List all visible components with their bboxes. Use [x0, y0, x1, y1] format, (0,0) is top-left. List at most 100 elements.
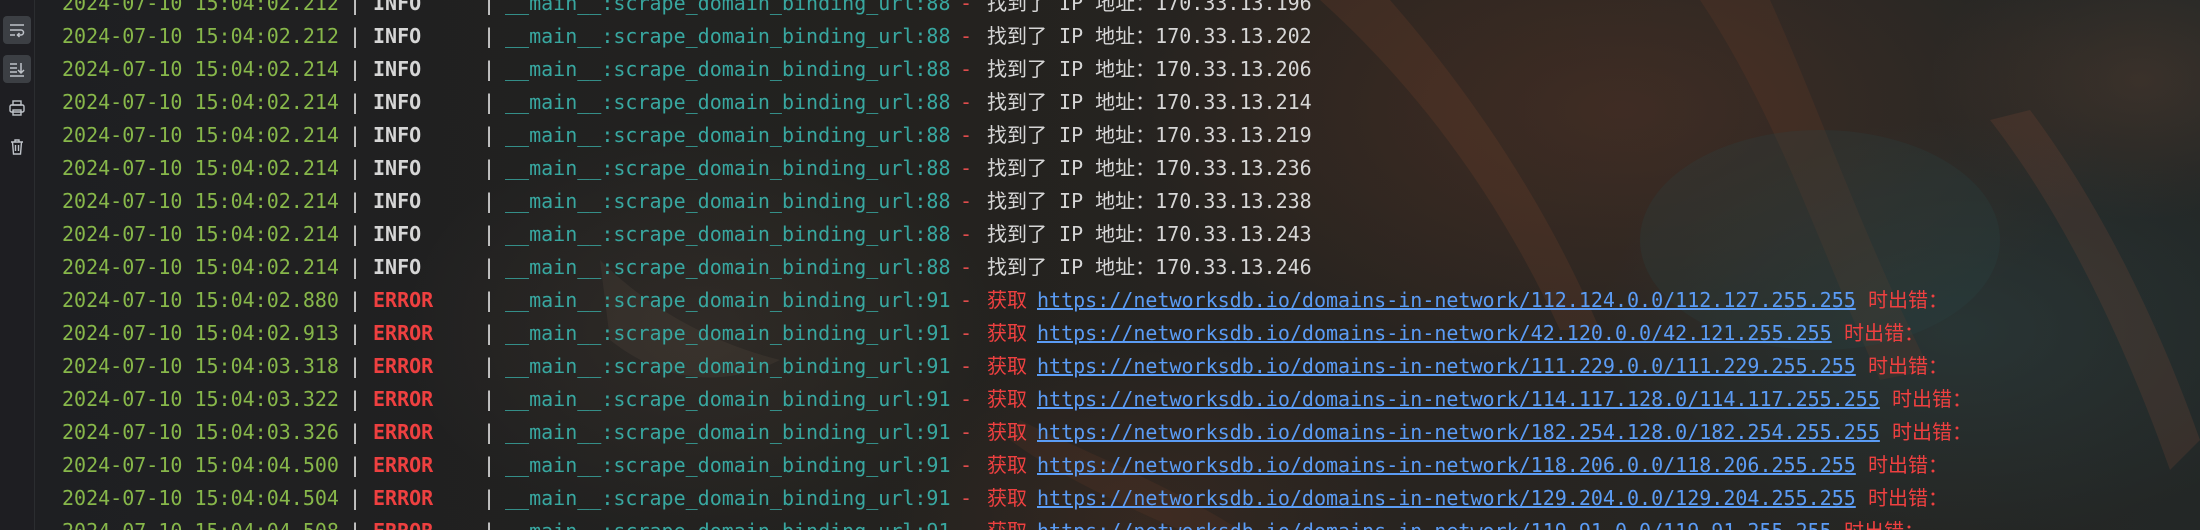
- log-message-suffix: 时出错：: [1892, 420, 1972, 444]
- log-timestamp: 2024-07-10 15:04:02.214: [62, 189, 339, 213]
- log-source: __main__:scrape_domain_binding_url:88: [505, 90, 951, 114]
- run-console-window: 2024-07-10 15:04:02.212 | INFO | __main__:sc…: [0, 0, 2200, 530]
- log-url-link[interactable]: https://networksdb.io/domains-in-network…: [1037, 350, 1856, 383]
- log-message: 找到了 IP 地址：170.33.13.214: [987, 90, 1312, 114]
- log-url-link[interactable]: https://networksdb.io/domains-in-network…: [1037, 317, 1832, 350]
- log-timestamp: 2024-07-10 15:04:02.214: [62, 57, 339, 81]
- log-dash: -: [960, 57, 973, 81]
- log-source: __main__:scrape_domain_binding_url:91: [505, 420, 951, 444]
- log-level: ERROR: [373, 387, 434, 411]
- log-timestamp: 2024-07-10 15:04:02.214: [62, 90, 339, 114]
- log-line: 2024-07-10 15:04:02.214 | INFO | __main__:sc…: [0, 86, 2200, 119]
- log-message: 找到了 IP 地址：170.33.13.243: [987, 222, 1312, 246]
- log-message: 找到了 IP 地址：170.33.13.236: [987, 156, 1312, 180]
- log-dash: -: [960, 420, 973, 444]
- log-timestamp: 2024-07-10 15:04:02.212: [62, 0, 339, 15]
- log-timestamp: 2024-07-10 15:04:02.913: [62, 321, 339, 345]
- log-separator: |: [349, 486, 362, 510]
- log-message: 找到了 IP 地址：170.33.13.202: [987, 24, 1312, 48]
- log-url-link[interactable]: https://networksdb.io/domains-in-network…: [1037, 383, 1880, 416]
- log-separator: |: [483, 453, 496, 477]
- log-level: INFO: [373, 123, 422, 147]
- log-line: 2024-07-10 15:04:03.318 | ERROR | __main__:s…: [0, 350, 2200, 383]
- log-message-suffix: 时出错：: [1868, 453, 1948, 477]
- log-level: ERROR: [373, 453, 434, 477]
- log-level: INFO: [373, 90, 422, 114]
- log-separator: |: [349, 24, 362, 48]
- log-message-prefix: 获取: [987, 515, 1027, 530]
- log-dash: -: [960, 156, 973, 180]
- log-separator: |: [349, 222, 362, 246]
- log-message-prefix: 获取: [987, 453, 1027, 477]
- log-separator: |: [483, 0, 496, 15]
- log-separator: |: [483, 222, 496, 246]
- log-message: 找到了 IP 地址：170.33.13.219: [987, 123, 1312, 147]
- log-dash: -: [960, 321, 973, 345]
- log-source: __main__:scrape_domain_binding_url:91: [505, 321, 951, 345]
- log-source: __main__:scrape_domain_binding_url:88: [505, 24, 951, 48]
- log-line: 2024-07-10 15:04:02.214 | INFO | __main__:sc…: [0, 251, 2200, 284]
- console-log[interactable]: 2024-07-10 15:04:02.212 | INFO | __main__:sc…: [0, 0, 2200, 530]
- log-dash: -: [960, 288, 973, 312]
- log-level: INFO: [373, 222, 422, 246]
- log-source: __main__:scrape_domain_binding_url:88: [505, 0, 951, 15]
- log-level: INFO: [373, 189, 422, 213]
- log-timestamp: 2024-07-10 15:04:04.508: [62, 515, 339, 530]
- log-separator: |: [483, 24, 496, 48]
- log-message-suffix: 时出错：: [1868, 486, 1948, 510]
- log-url-link[interactable]: https://networksdb.io/domains-in-network…: [1037, 515, 1832, 530]
- log-separator: |: [483, 123, 496, 147]
- log-timestamp: 2024-07-10 15:04:02.214: [62, 156, 339, 180]
- log-separator: |: [349, 321, 362, 345]
- log-dash: -: [960, 0, 973, 15]
- log-message-prefix: 获取: [987, 387, 1027, 411]
- log-dash: -: [960, 387, 973, 411]
- log-separator: |: [349, 420, 362, 444]
- log-separator: |: [349, 288, 362, 312]
- log-line: 2024-07-10 15:04:02.212 | INFO | __main__:sc…: [0, 0, 2200, 20]
- log-level: INFO: [373, 0, 422, 15]
- log-separator: |: [349, 0, 362, 15]
- log-dash: -: [960, 24, 973, 48]
- log-source: __main__:scrape_domain_binding_url:91: [505, 288, 951, 312]
- log-message-prefix: 获取: [987, 420, 1027, 444]
- log-source: __main__:scrape_domain_binding_url:88: [505, 222, 951, 246]
- log-url-link[interactable]: https://networksdb.io/domains-in-network…: [1037, 416, 1880, 449]
- log-separator: |: [483, 420, 496, 444]
- log-line: 2024-07-10 15:04:02.913 | ERROR | __main__:s…: [0, 317, 2200, 350]
- log-message-prefix: 获取: [987, 354, 1027, 378]
- log-line: 2024-07-10 15:04:02.212 | INFO | __main__:sc…: [0, 20, 2200, 53]
- log-url-link[interactable]: https://networksdb.io/domains-in-network…: [1037, 482, 1856, 515]
- log-message: 找到了 IP 地址：170.33.13.206: [987, 57, 1312, 81]
- log-level: ERROR: [373, 420, 434, 444]
- log-message-suffix: 时出错：: [1868, 288, 1948, 312]
- log-separator: |: [483, 321, 496, 345]
- log-separator: |: [349, 123, 362, 147]
- log-message-suffix: 时出错：: [1844, 321, 1924, 345]
- log-separator: |: [349, 453, 362, 477]
- log-dash: -: [960, 453, 973, 477]
- log-separator: |: [349, 57, 362, 81]
- log-message: 找到了 IP 地址：170.33.13.196: [987, 0, 1312, 15]
- log-message-prefix: 获取: [987, 486, 1027, 510]
- log-timestamp: 2024-07-10 15:04:02.214: [62, 222, 339, 246]
- log-dash: -: [960, 90, 973, 114]
- log-level: ERROR: [373, 354, 434, 378]
- log-separator: |: [349, 90, 362, 114]
- log-timestamp: 2024-07-10 15:04:04.500: [62, 453, 339, 477]
- log-dash: -: [960, 255, 973, 279]
- log-source: __main__:scrape_domain_binding_url:91: [505, 515, 951, 530]
- log-separator: |: [483, 515, 495, 530]
- log-level: INFO: [373, 255, 422, 279]
- log-dash: -: [960, 486, 973, 510]
- log-source: __main__:scrape_domain_binding_url:88: [505, 156, 951, 180]
- log-timestamp: 2024-07-10 15:04:04.504: [62, 486, 339, 510]
- log-message-prefix: 获取: [987, 321, 1027, 345]
- log-message-suffix: 时出错：: [1844, 515, 1924, 530]
- log-url-link[interactable]: https://networksdb.io/domains-in-network…: [1037, 449, 1856, 482]
- log-dash: -: [960, 189, 973, 213]
- log-url-link[interactable]: https://networksdb.io/domains-in-network…: [1037, 284, 1856, 317]
- log-separator: |: [349, 189, 362, 213]
- log-dash: -: [960, 123, 973, 147]
- log-separator: |: [483, 387, 496, 411]
